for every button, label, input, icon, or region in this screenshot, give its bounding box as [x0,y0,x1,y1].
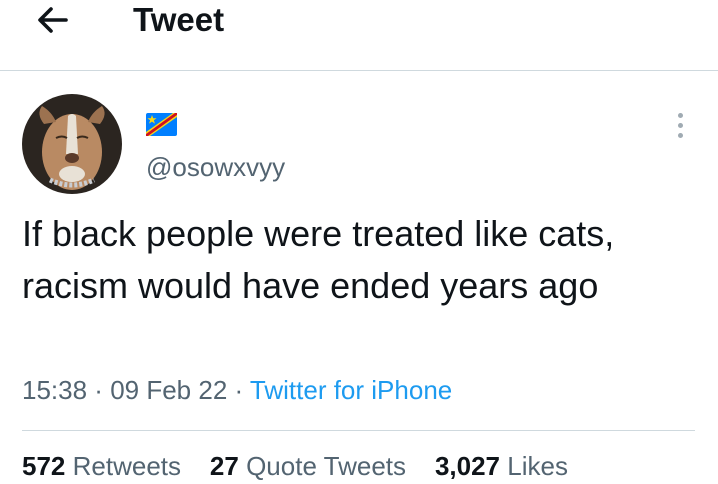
quotes-count: 27 [209,451,239,481]
quotes-stat[interactable]: 27 Quote Tweets [210,451,406,481]
top-bar: Tweet [0,0,718,71]
more-dots-icon [677,112,683,118]
quotes-label: Quote Tweets [246,451,407,481]
user-handle[interactable]: @osowxvyy [146,151,285,183]
tweet-time[interactable]: 15:38 [22,375,87,405]
tweet-date[interactable]: 09 Feb 22 [110,375,227,405]
retweets-stat[interactable]: 572 Retweets [22,451,181,481]
dog-avatar-image [22,94,122,194]
tweet-source-link[interactable]: Twitter for iPhone [250,375,452,405]
more-dot [677,132,683,138]
page-title: Tweet [133,1,225,38]
likes-label: Likes [507,451,568,481]
more-options-button[interactable] [668,110,692,140]
meta-separator: · [227,375,250,405]
arrow-left-icon [38,7,68,33]
meta-separator: · [87,375,111,405]
tweet-stats: 572 Retweets 27 Quote Tweets 3,027 Likes [22,448,568,484]
tweet-meta: 15:38 · 09 Feb 22 · Twitter for iPhone [22,372,452,408]
likes-stat[interactable]: 3,027 Likes [435,451,568,481]
divider [22,430,695,431]
likes-count: 3,027 [434,451,501,481]
retweets-label: Retweets [72,451,182,481]
retweets-count: 572 [22,451,66,481]
back-button[interactable] [30,2,74,38]
tweet-text: If black people were treated like cats, … [22,213,615,306]
avatar[interactable] [22,94,122,194]
drc-flag-icon [146,113,177,136]
more-dot [677,122,683,128]
